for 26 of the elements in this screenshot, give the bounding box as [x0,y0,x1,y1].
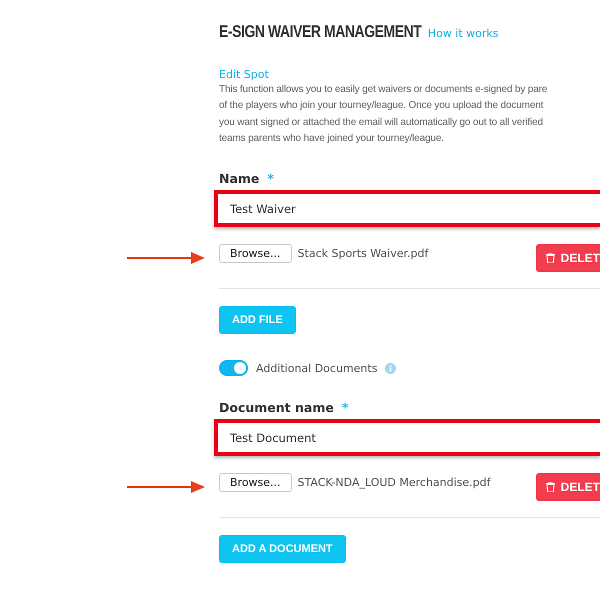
file-name: STACK-NDA_LOUD Merchandise.pdf [298,476,491,490]
add-file-button[interactable]: ADD FILE [219,306,296,334]
edit-link[interactable]: Edit Spot [219,68,269,81]
description-text: teams parents who have joined your tourney/league. [219,132,445,146]
info-icon[interactable] [385,362,396,374]
field-label: Name [219,171,260,186]
text-field[interactable]: Test Document [214,419,600,456]
description-text: This function allows you to easily get waivers or documents e-signed by pare [219,83,548,97]
file-name: Stack Sports Waiver.pdf [298,247,428,260]
add-document-button[interactable]: ADD A DOCUMENT [219,535,346,564]
text-field[interactable]: Test Waiver [214,190,600,228]
description-text: you want signed or attached the email will automatically go out to all verified [219,116,544,130]
browse-button[interactable]: Browse... [219,244,292,264]
required-mark: * [342,400,348,416]
field-label: Document name [219,400,334,416]
trash-icon [546,482,555,492]
description-text: of the players who join your tourney/league. Once you upload the document [219,99,544,114]
browse-button[interactable]: Browse... [219,473,292,492]
help-link[interactable]: How it works [428,27,499,40]
page-title: E-SIGN WAIVER MANAGEMENT [219,22,422,42]
required-mark: * [267,171,274,186]
toggle-label: Additional Documents [256,362,378,375]
trash-icon [546,252,555,263]
toggle-switch[interactable] [219,360,248,376]
delete-button[interactable]: DELET [536,472,600,501]
delete-button[interactable]: DELET [536,244,600,272]
